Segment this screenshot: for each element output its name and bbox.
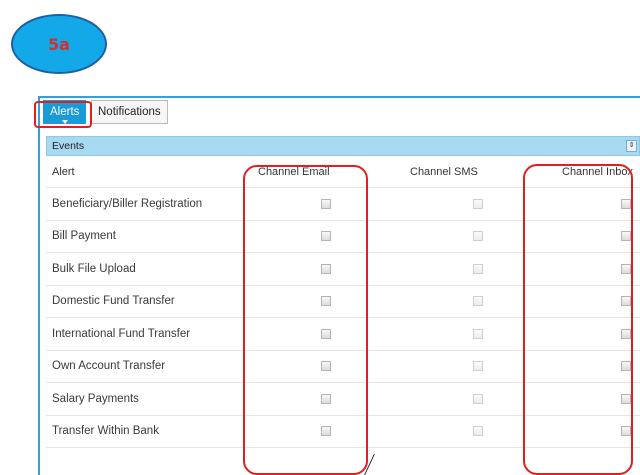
events-section-header[interactable]: Events ⇕ — [46, 136, 640, 156]
annotation-email-column — [243, 165, 368, 475]
sms-checkbox[interactable] — [473, 231, 483, 242]
sms-checkbox[interactable] — [473, 426, 483, 437]
tab-notifications[interactable]: Notifications — [91, 100, 168, 124]
tab-notifications-label: Notifications — [98, 106, 161, 118]
step-badge: 5a — [11, 14, 107, 74]
annotation-inbox-column — [523, 164, 633, 475]
double-chevron-icon[interactable]: ⇕ — [626, 140, 637, 152]
header-channel-sms: Channel SMS — [410, 165, 478, 178]
sms-checkbox[interactable] — [473, 361, 483, 372]
cell-sms — [473, 383, 483, 415]
cell-sms — [473, 286, 483, 318]
header-alert: Alert — [52, 165, 75, 178]
events-title: Events — [52, 140, 85, 152]
cell-sms — [473, 221, 483, 253]
annotation-alerts-tab — [34, 101, 92, 128]
step-label: 5a — [48, 34, 70, 54]
alert-name: International Fund Transfer — [52, 327, 191, 340]
sms-checkbox[interactable] — [473, 263, 483, 274]
alert-name: Transfer Within Bank — [52, 425, 159, 438]
cell-sms — [473, 318, 483, 350]
cell-sms — [473, 416, 483, 448]
alert-name: Own Account Transfer — [52, 360, 166, 373]
cell-sms — [473, 188, 483, 220]
cell-sms — [473, 351, 483, 383]
cell-sms — [473, 253, 483, 285]
sms-checkbox[interactable] — [473, 328, 483, 339]
tab-bar: Alerts Notifications — [40, 98, 640, 128]
alert-name: Domestic Fund Transfer — [52, 295, 175, 308]
sms-checkbox[interactable] — [473, 296, 483, 307]
alert-name: Salary Payments — [52, 392, 139, 405]
alert-name: Bill Payment — [52, 230, 116, 243]
sms-checkbox[interactable] — [473, 393, 483, 404]
alert-name: Beneficiary/Biller Registration — [52, 197, 203, 210]
alert-name: Bulk File Upload — [52, 262, 136, 275]
sms-checkbox[interactable] — [473, 198, 483, 209]
